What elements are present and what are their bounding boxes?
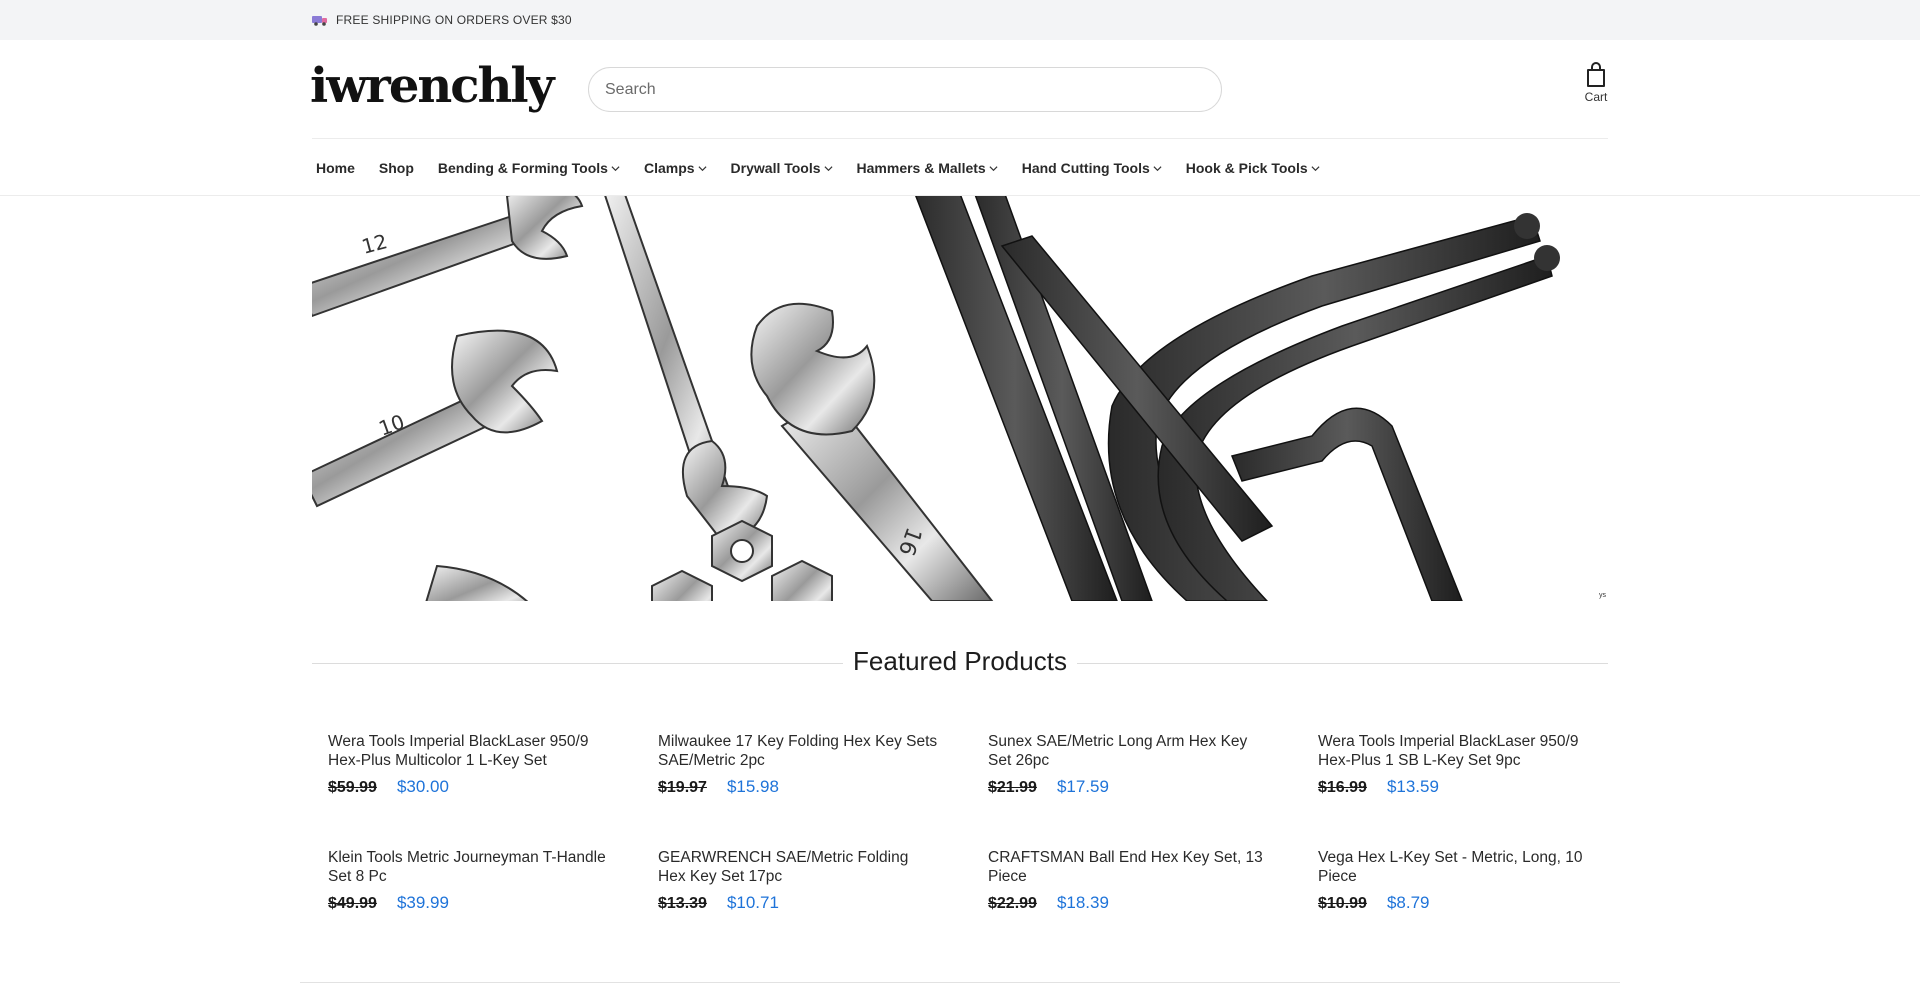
chevron-down-icon [1311,165,1320,171]
main-nav: Home Shop Bending & Forming Tools Clamps… [316,158,1344,178]
header-divider [312,138,1608,139]
original-price: $21.99 [988,779,1037,796]
nav-label: Drywall Tools [730,160,821,176]
nav-item-drywall-tools[interactable]: Drywall Tools [731,160,833,176]
product-title[interactable]: Vega Hex L-Key Set - Metric, Long, 10 Pi… [1318,848,1598,886]
product-title[interactable]: Wera Tools Imperial BlackLaser 950/9 Hex… [328,732,608,770]
product-title[interactable]: Milwaukee 17 Key Folding Hex Key Sets SA… [658,732,938,770]
original-price: $13.39 [658,895,707,912]
product-card[interactable]: Wera Tools Imperial BlackLaser 950/9 Hex… [328,732,608,797]
nav-item-hammers-mallets[interactable]: Hammers & Mallets [857,160,998,176]
truck-icon [312,16,327,26]
nav-label: Bending & Forming Tools [437,160,608,176]
nav-label: Hammers & Mallets [856,160,986,176]
chevron-down-icon [698,165,707,171]
section-divider [300,982,1620,983]
product-card[interactable]: GEARWRENCH SAE/Metric Folding Hex Key Se… [658,848,938,913]
featured-title-text: Featured Products [843,646,1077,676]
chevron-down-icon [989,165,998,171]
announcement-bar: FREE SHIPPING ON ORDERS OVER $30 [0,0,1920,40]
wrench-10: 10 [312,329,559,508]
hero-banner[interactable]: 12 10 16 ys [312,196,1608,601]
hex-nuts [651,519,833,601]
product-card[interactable]: CRAFTSMAN Ball End Hex Key Set, 13 Piece… [988,848,1268,913]
product-card[interactable]: Vega Hex L-Key Set - Metric, Long, 10 Pi… [1318,848,1598,913]
product-card[interactable]: Klein Tools Metric Journeyman T-Handle S… [328,848,608,913]
sale-price: $13.59 [1386,777,1439,796]
product-card[interactable]: Wera Tools Imperial BlackLaser 950/9 Hex… [1318,732,1598,797]
site-logo[interactable]: iwrenchly [310,58,555,114]
original-price: $49.99 [328,895,377,912]
chevron-down-icon [1153,165,1162,171]
sale-price: $18.39 [1056,893,1109,912]
original-price: $59.99 [328,779,377,796]
nav-label: Shop [378,160,414,176]
wrench-16: 16 [750,302,994,601]
nav-item-shop[interactable]: Shop [379,160,414,176]
hex-keys [915,196,1560,601]
hero-corner-mark: ys [1599,592,1606,599]
nav-item-hook-pick-tools[interactable]: Hook & Pick Tools [1186,160,1320,176]
nav-label: Clamps [643,160,695,176]
featured-header: Featured Products [312,646,1608,676]
product-title[interactable]: GEARWRENCH SAE/Metric Folding Hex Key Se… [658,848,938,886]
nav-item-bending-forming-tools[interactable]: Bending & Forming Tools [438,160,620,176]
sale-price: $17.59 [1056,777,1109,796]
wrench-long [604,196,769,543]
chevron-down-icon [824,165,833,171]
product-title[interactable]: CRAFTSMAN Ball End Hex Key Set, 13 Piece [988,848,1268,886]
wrench-12: 12 [312,196,584,318]
sale-price: $8.79 [1386,893,1430,912]
original-price: $16.99 [1318,779,1367,796]
nav-label: Home [316,160,355,176]
nav-item-clamps[interactable]: Clamps [644,160,707,176]
wrench-size-label: 12 [359,229,390,259]
sale-price: $15.98 [726,777,779,796]
blade-shape [425,564,529,601]
original-price: $22.99 [988,895,1037,912]
original-price: $19.97 [658,779,707,796]
cart-button[interactable]: Cart [1575,62,1617,112]
site-header: iwrenchly Cart Home Shop Bending & Formi… [0,40,1920,196]
sale-price: $10.71 [726,893,779,912]
product-title[interactable]: Wera Tools Imperial BlackLaser 950/9 Hex… [1318,732,1598,770]
nav-label: Hand Cutting Tools [1021,160,1150,176]
announcement-text: FREE SHIPPING ON ORDERS OVER $30 [336,13,572,27]
product-title[interactable]: Klein Tools Metric Journeyman T-Handle S… [328,848,608,886]
sale-price: $30.00 [396,777,449,796]
product-card[interactable]: Milwaukee 17 Key Folding Hex Key Sets SA… [658,732,938,797]
nav-item-home[interactable]: Home [316,160,355,176]
original-price: $10.99 [1318,895,1367,912]
shopping-bag-icon [1587,62,1605,87]
product-card[interactable]: Sunex SAE/Metric Long Arm Hex Key Set 26… [988,732,1268,797]
chevron-down-icon [611,165,620,171]
wrenches-and-hex-keys-photo: 12 10 16 [312,196,1560,601]
product-title[interactable]: Sunex SAE/Metric Long Arm Hex Key Set 26… [988,732,1268,770]
nav-item-hand-cutting-tools[interactable]: Hand Cutting Tools [1022,160,1162,176]
search-input[interactable] [588,67,1222,112]
nav-label: Hook & Pick Tools [1185,160,1308,176]
cart-label: Cart [1584,90,1608,104]
sale-price: $39.99 [396,893,449,912]
featured-title: Featured Products [312,646,1608,677]
